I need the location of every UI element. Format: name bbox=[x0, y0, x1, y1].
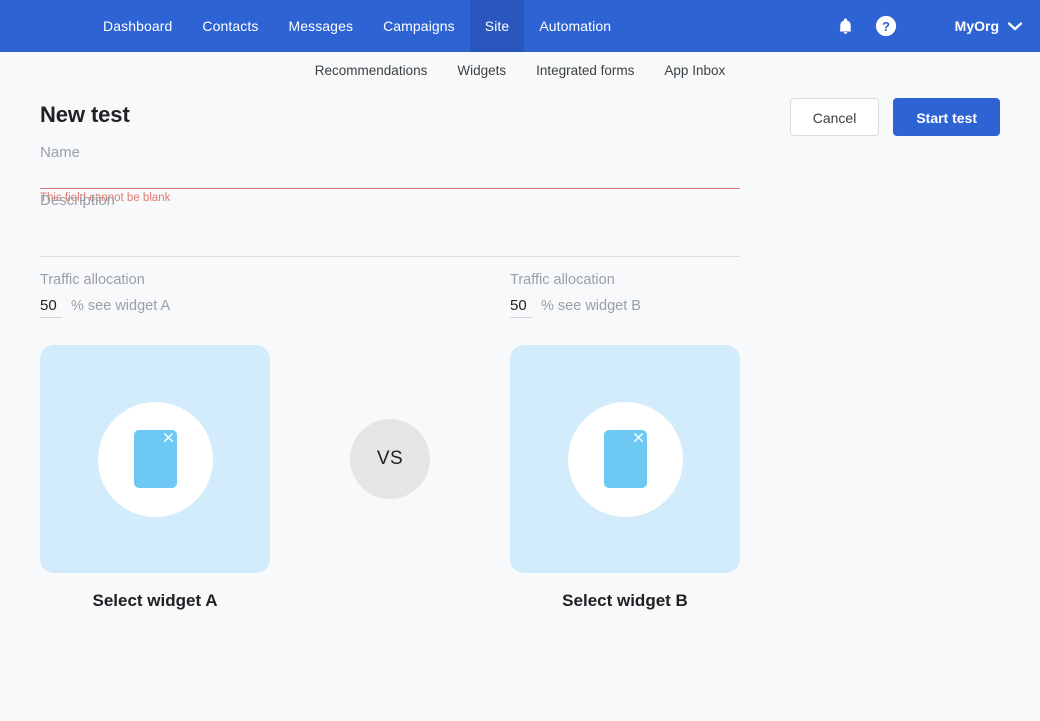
traffic-allocation-a-suffix: % see widget A bbox=[71, 298, 171, 314]
page-content: New test Cancel Start test Name This fie… bbox=[0, 88, 1040, 611]
subnav-item-integrated-forms[interactable]: Integrated forms bbox=[536, 63, 634, 78]
subnav-item-label: App Inbox bbox=[664, 62, 726, 78]
topnav-left-spacer bbox=[0, 0, 88, 52]
nav-item-label: Campaigns bbox=[383, 18, 455, 34]
subnav-item-label: Recommendations bbox=[314, 62, 428, 78]
nav-item-label: Dashboard bbox=[103, 18, 173, 34]
nav-item-label: Site bbox=[484, 18, 510, 34]
description-field-underline bbox=[40, 256, 740, 257]
select-widget-a-label[interactable]: Select widget A bbox=[40, 591, 270, 611]
nav-item-label: Automation bbox=[539, 18, 612, 34]
description-field[interactable]: Description bbox=[40, 184, 740, 257]
top-navigation-bar: Dashboard Contacts Messages Campaigns Si… bbox=[0, 0, 1040, 52]
widget-a-column: Select widget A bbox=[40, 345, 270, 611]
widget-comparison-row: Select widget A VS Select widget B bbox=[40, 345, 1000, 611]
org-name-label: MyOrg bbox=[954, 18, 999, 34]
primary-nav-items: Dashboard Contacts Messages Campaigns Si… bbox=[88, 0, 626, 52]
widget-placeholder-icon bbox=[603, 430, 647, 488]
subnav-item-label: Widgets bbox=[457, 62, 507, 78]
page-title: New test bbox=[40, 102, 130, 127]
subnav-item-app-inbox[interactable]: App Inbox bbox=[664, 63, 725, 78]
cancel-button[interactable]: Cancel bbox=[789, 98, 880, 136]
select-widget-b-label[interactable]: Select widget B bbox=[510, 591, 740, 611]
subnav-item-label: Integrated forms bbox=[536, 62, 635, 78]
nav-item-site[interactable]: Site bbox=[469, 0, 525, 52]
nav-item-campaigns[interactable]: Campaigns bbox=[368, 0, 470, 52]
svg-text:?: ? bbox=[882, 19, 890, 34]
traffic-allocation-a: Traffic allocation 50 % see widget A bbox=[40, 272, 510, 318]
org-switcher[interactable]: MyOrg bbox=[955, 18, 1022, 34]
traffic-allocation-row: Traffic allocation 50 % see widget A Tra… bbox=[40, 272, 1000, 318]
nav-item-contacts[interactable]: Contacts bbox=[187, 0, 273, 52]
subnav-item-recommendations[interactable]: Recommendations bbox=[315, 63, 428, 78]
help-button[interactable]: ? bbox=[869, 9, 903, 43]
traffic-allocation-a-label: Traffic allocation bbox=[40, 272, 145, 288]
vs-badge: VS bbox=[350, 419, 430, 499]
nav-item-label: Messages bbox=[288, 18, 354, 34]
bell-icon bbox=[840, 18, 852, 34]
traffic-allocation-b-suffix: % see widget B bbox=[541, 298, 641, 314]
close-icon bbox=[163, 433, 173, 442]
widget-b-column: Select widget B bbox=[510, 345, 740, 611]
page-actions: Cancel Start test bbox=[789, 98, 1000, 136]
widget-b-card[interactable] bbox=[510, 345, 740, 573]
name-placeholder: Name bbox=[40, 144, 81, 161]
description-placeholder: Description bbox=[40, 192, 116, 209]
widget-b-circle bbox=[567, 401, 683, 517]
vs-separator: VS bbox=[270, 345, 510, 573]
name-field[interactable]: Name This field cannot be blank bbox=[40, 136, 740, 204]
new-test-form: Name This field cannot be blank Descript… bbox=[40, 136, 740, 257]
traffic-allocation-a-input-row: 50 % see widget A bbox=[40, 297, 510, 318]
nav-item-label: Contacts bbox=[202, 18, 259, 34]
chevron-down-icon bbox=[1008, 21, 1022, 30]
close-icon bbox=[633, 433, 643, 442]
notifications-button[interactable] bbox=[829, 9, 863, 43]
topnav-right-group: ? MyOrg bbox=[823, 0, 1040, 52]
traffic-allocation-b-label: Traffic allocation bbox=[510, 272, 615, 288]
nav-item-dashboard[interactable]: Dashboard bbox=[88, 0, 187, 52]
traffic-allocation-b: Traffic allocation 50 % see widget B bbox=[510, 272, 980, 318]
traffic-allocation-a-input[interactable]: 50 bbox=[40, 297, 62, 318]
nav-item-messages[interactable]: Messages bbox=[273, 0, 368, 52]
start-test-button[interactable]: Start test bbox=[893, 98, 1000, 136]
widget-placeholder-icon bbox=[133, 430, 177, 488]
traffic-allocation-b-input[interactable]: 50 bbox=[510, 297, 532, 318]
page-header: New test Cancel Start test bbox=[40, 88, 1000, 136]
traffic-allocation-b-input-row: 50 % see widget B bbox=[510, 297, 980, 318]
widget-a-card[interactable] bbox=[40, 345, 270, 573]
help-icon: ? bbox=[875, 15, 896, 37]
secondary-navigation-bar: Recommendations Widgets Integrated forms… bbox=[0, 52, 1040, 88]
widget-a-circle bbox=[97, 401, 213, 517]
nav-item-automation[interactable]: Automation bbox=[524, 0, 626, 52]
subnav-item-widgets[interactable]: Widgets bbox=[457, 63, 506, 78]
